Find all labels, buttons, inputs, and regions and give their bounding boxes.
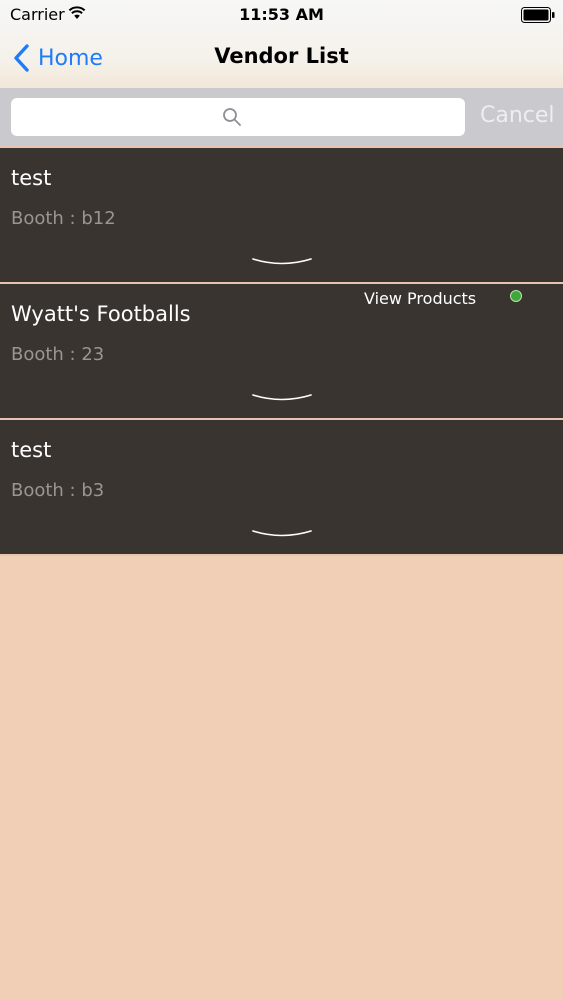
chevron-down-icon[interactable]: [252, 392, 312, 404]
chevron-down-icon[interactable]: [252, 256, 312, 268]
status-time: 11:53 AM: [239, 5, 324, 24]
status-indicator: [510, 290, 522, 302]
battery-icon: [521, 7, 555, 23]
vendor-list: test Booth : b12 View Products Wyatt's F…: [0, 146, 563, 556]
vendor-booth: Booth : b12: [11, 208, 116, 229]
top-bar: Carrier 11:53 AM Home Vendor List: [0, 0, 563, 88]
list-divider: [0, 554, 563, 556]
page-title: Vendor List: [214, 44, 349, 68]
cancel-button[interactable]: Cancel: [480, 103, 555, 128]
vendor-booth: Booth : 23: [11, 344, 105, 365]
vendor-name: test: [11, 438, 52, 462]
chevron-down-icon[interactable]: [252, 528, 312, 540]
vendor-row[interactable]: View Products Wyatt's Footballs Booth : …: [0, 282, 563, 418]
vendor-row[interactable]: test Booth : b3: [0, 418, 563, 554]
vendor-row[interactable]: test Booth : b12: [0, 146, 563, 282]
search-input[interactable]: [11, 98, 465, 136]
navigation-bar: Home Vendor List: [0, 30, 563, 88]
vendor-name: test: [11, 166, 52, 190]
search-bar: Cancel: [0, 88, 563, 146]
view-products-button[interactable]: View Products: [364, 289, 476, 308]
status-bar: Carrier 11:53 AM: [0, 0, 563, 30]
vendor-name: Wyatt's Footballs: [11, 302, 191, 326]
vendor-booth: Booth : b3: [11, 480, 105, 501]
